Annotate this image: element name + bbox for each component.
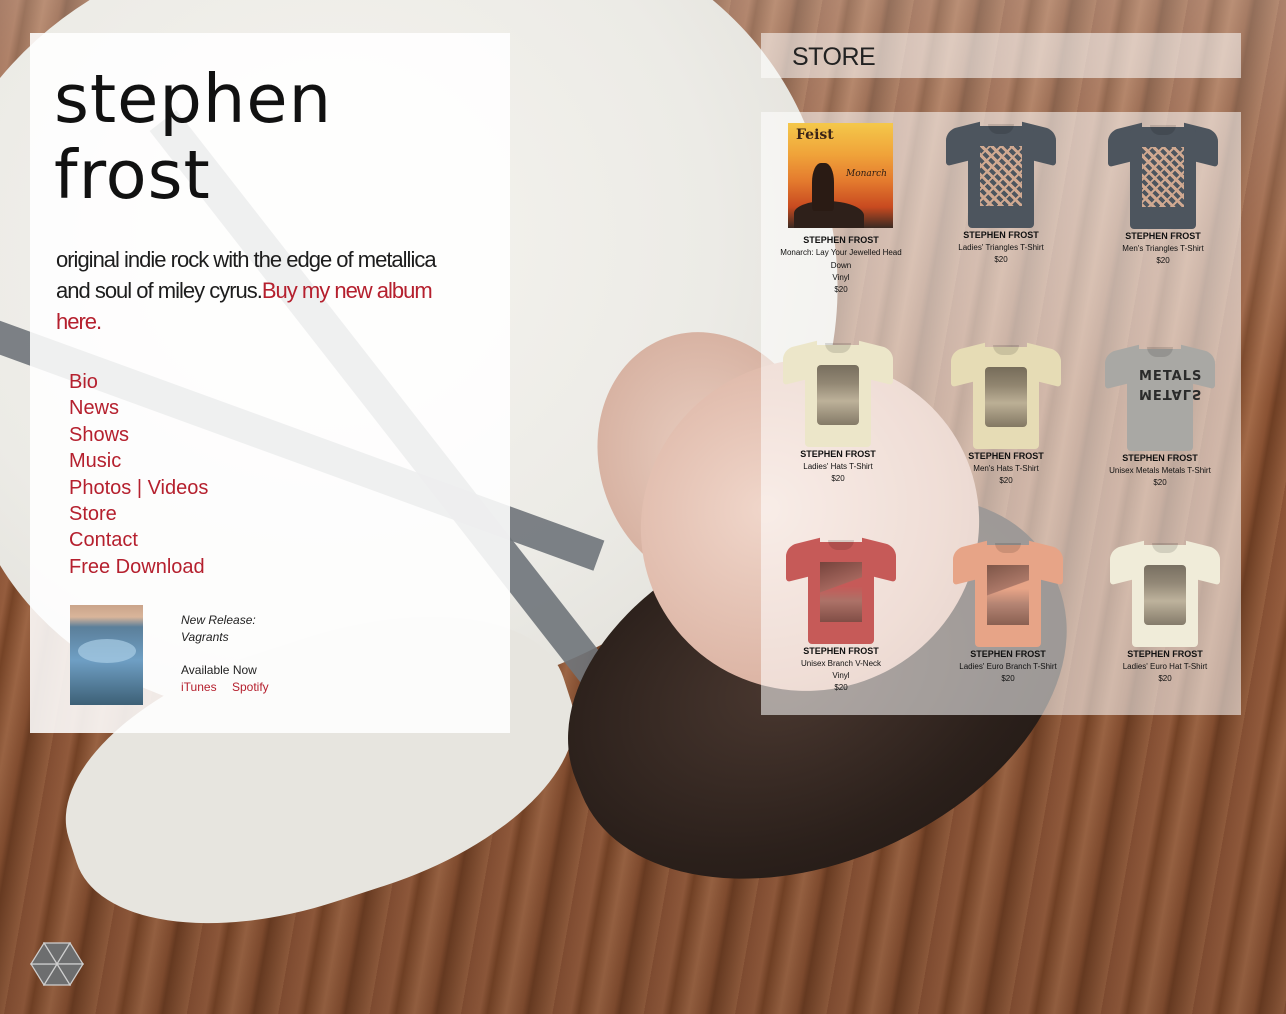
product-price: $20 [994,255,1008,264]
product-name: Men's Triangles T-Shirt [1122,244,1204,253]
artist-name: stephen frost [54,61,332,213]
product-brand: STEPHEN FROST [963,230,1039,240]
product-card[interactable]: STEPHEN FROST Ladies' Hats T-Shirt $20 [763,337,913,485]
product-price: $20 [834,683,848,692]
product-name: Ladies' Triangles T-Shirt [958,243,1044,252]
product-brand: STEPHEN FROST [803,235,879,245]
product-image[interactable] [786,534,896,644]
product-price: $20 [1156,256,1170,265]
release-heading: New Release: [181,613,256,627]
product-image[interactable] [783,337,893,447]
vinyl-cover: Feist Monarch [788,123,893,228]
product-image[interactable] [946,118,1056,228]
product-brand: STEPHEN FROST [803,646,879,656]
store-header: STORE [761,33,1241,78]
product-brand: STEPHEN FROST [1127,649,1203,659]
product-image[interactable]: METALS METALS [1105,341,1215,451]
product-image[interactable] [1108,119,1218,229]
nav-photos-videos[interactable]: Photos | Videos [69,475,208,501]
product-card[interactable]: STEPHEN FROST Ladies' Triangles T-Shirt … [926,118,1076,266]
product-card[interactable]: STEPHEN FROST Ladies' Euro Hat T-Shirt $… [1090,537,1240,685]
product-brand: STEPHEN FROST [1125,231,1201,241]
product-image[interactable] [951,339,1061,449]
nav-shows[interactable]: Shows [69,422,208,448]
itunes-link[interactable]: iTunes [181,680,217,694]
artist-name-line2: frost [54,136,211,214]
store-grid: Feist Monarch STEPHEN FROST Monarch: Lay… [761,112,1241,715]
cover-title: Feist [796,127,834,143]
product-name: Unisex Metals Metals T-Shirt [1109,466,1211,475]
release-cover-image[interactable] [70,605,143,705]
metals-print: METALS METALS [1139,369,1202,429]
hexagon-logo-icon[interactable] [30,940,84,988]
nav-store[interactable]: Store [69,501,208,527]
product-card[interactable]: METALS METALS STEPHEN FROST Unisex Metals… [1085,341,1235,489]
nav-contact[interactable]: Contact [69,527,208,553]
product-name: Ladies' Hats T-Shirt [803,462,873,471]
product-name: Unisex Branch V-Neck [800,659,882,668]
product-name: Men's Hats T-Shirt [973,464,1039,473]
artist-name-line1: stephen [54,60,333,138]
product-price: $20 [1158,674,1172,683]
store-title: STORE [792,43,876,71]
product-name: Ladies' Euro Branch T-Shirt [959,662,1057,671]
nav-news[interactable]: News [69,395,208,421]
artist-panel: stephen frost original indie rock with t… [30,33,510,733]
product-card[interactable]: STEPHEN FROST Ladies' Euro Branch T-Shir… [933,537,1083,685]
tagline: original indie rock with the edge of met… [56,244,456,337]
product-type: Vinyl [832,273,850,282]
nav-bio[interactable]: Bio [69,369,208,395]
product-type: Vinyl [832,671,850,680]
nav-free-download[interactable]: Free Download [69,554,208,580]
product-brand: STEPHEN FROST [970,649,1046,659]
product-image[interactable] [1110,537,1220,647]
product-brand: STEPHEN FROST [968,451,1044,461]
product-price: $20 [1001,674,1015,683]
spotify-link[interactable]: Spotify [232,680,269,694]
cover-subtitle: Monarch [846,169,887,179]
product-price: $20 [831,474,845,483]
product-image[interactable] [953,537,1063,647]
product-card[interactable]: STEPHEN FROST Unisex Branch V-Neck Vinyl… [766,534,916,694]
product-card[interactable]: STEPHEN FROST Men's Triangles T-Shirt $2… [1088,119,1238,267]
product-price: $20 [999,476,1013,485]
product-brand: STEPHEN FROST [1122,453,1198,463]
product-card[interactable]: STEPHEN FROST Men's Hats T-Shirt $20 [931,339,1081,487]
release-title: Vagrants [181,630,229,644]
product-image[interactable]: Feist Monarch [786,123,896,233]
product-brand: STEPHEN FROST [800,449,876,459]
metals-print-mirror: METALS [1139,386,1203,401]
metals-print-text: METALS [1139,369,1203,384]
product-name: Ladies' Euro Hat T-Shirt [1122,662,1208,671]
product-name: Monarch: Lay Your Jewelled Head Down [780,248,902,270]
release-availability: Available Now [181,663,257,677]
new-release: New Release: Vagrants Available Now iTun… [70,605,490,707]
product-price: $20 [1153,478,1167,487]
product-price: $20 [834,285,848,294]
nav-music[interactable]: Music [69,448,208,474]
main-nav: Bio News Shows Music Photos | Videos Sto… [69,369,208,580]
product-card[interactable]: Feist Monarch STEPHEN FROST Monarch: Lay… [766,123,916,296]
